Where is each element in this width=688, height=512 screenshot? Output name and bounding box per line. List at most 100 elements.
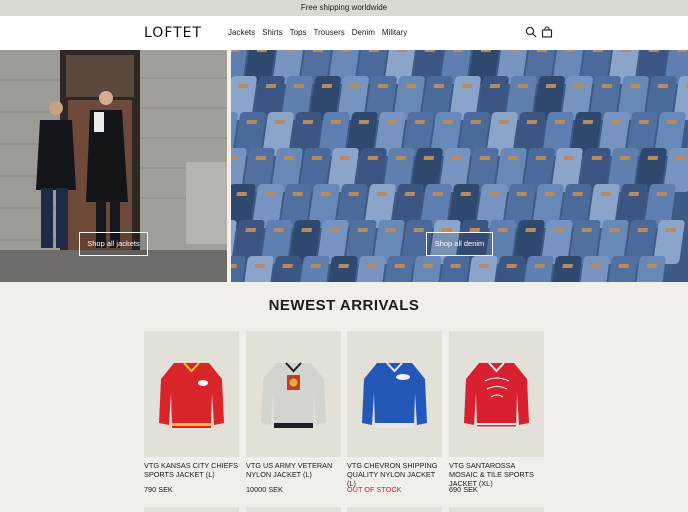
store-logo[interactable]: LOFTET [144, 25, 202, 41]
product-image-next-row[interactable] [347, 507, 442, 512]
leather-patch [526, 120, 538, 124]
leather-patch [497, 228, 508, 232]
product-name[interactable]: VTG SANTAROSSA MOSAIC & TILE SPORTS JACK… [449, 461, 544, 488]
nav-item-tops[interactable]: Tops [290, 28, 307, 37]
nav-item-shirts[interactable]: Shirts [262, 28, 282, 37]
leather-patch [424, 50, 436, 52]
leather-patch [517, 84, 529, 88]
jacket-illustration [159, 362, 224, 428]
leather-patch [676, 50, 688, 52]
leather-patch [340, 50, 352, 52]
nav-item-trousers[interactable]: Trousers [313, 28, 344, 37]
leather-patch [507, 156, 519, 160]
leather-patch [385, 228, 396, 232]
leather-patch [348, 192, 360, 196]
product-image[interactable] [246, 331, 341, 457]
leather-patch [357, 228, 368, 232]
product-card[interactable]: VTG KANSAS CITY CHIEFS SPORTS JACKET (L)… [144, 331, 239, 494]
leather-patch [358, 120, 370, 124]
leather-patch [656, 192, 668, 196]
product-name[interactable]: VTG KANSAS CITY CHIEFS SPORTS JACKET (L) [144, 461, 239, 479]
nav-item-military[interactable]: Military [382, 28, 407, 37]
leather-patch [442, 120, 454, 124]
product-image-next-row[interactable] [449, 507, 544, 512]
leather-patch [564, 50, 576, 52]
shop-all-denim-button[interactable]: Shop all denim [426, 232, 493, 256]
leather-patch [525, 228, 536, 232]
announcement-bar: Free shipping worldwide [0, 0, 688, 16]
hero-jackets-image[interactable]: Shop all jackets [0, 50, 227, 282]
leather-patch [535, 156, 547, 160]
product-image[interactable] [347, 331, 442, 457]
leather-patch [310, 264, 321, 268]
product-name[interactable]: VTG US ARMY VETERAN NYLON JACKET (L) [246, 461, 341, 479]
leather-patch [237, 84, 249, 88]
leather-patch [628, 192, 640, 196]
bag-icon[interactable] [541, 26, 553, 38]
nav-item-denim[interactable]: Denim [352, 28, 375, 37]
leather-patch [647, 156, 659, 160]
leather-patch [451, 156, 463, 160]
product-image-next-row[interactable] [144, 507, 239, 512]
leather-patch [665, 228, 676, 232]
leather-patch [666, 120, 678, 124]
leather-patch [302, 120, 314, 124]
leather-patch [236, 192, 248, 196]
newest-arrivals-title: NEWEST ARRIVALS [268, 297, 420, 314]
leather-patch [329, 228, 340, 232]
leather-patch [480, 50, 492, 52]
header-icons [525, 26, 553, 38]
nav-item-jackets[interactable]: Jackets [228, 28, 255, 37]
leather-patch [231, 156, 239, 160]
leather-patch [675, 156, 687, 160]
leather-patch [450, 264, 461, 268]
search-icon[interactable] [525, 26, 537, 38]
product-card[interactable]: VTG CHEVRON SHIPPING QUALITY NYLON JACKE… [347, 331, 442, 494]
leather-patch [396, 50, 408, 52]
leather-patch [554, 120, 566, 124]
shop-all-jackets-button[interactable]: Shop all jackets [79, 232, 148, 256]
leather-patch [590, 264, 601, 268]
leather-patch [572, 192, 584, 196]
leather-patch [292, 192, 304, 196]
leather-patch [321, 84, 333, 88]
leather-patch [293, 84, 305, 88]
product-card[interactable]: VTG US ARMY VETERAN NYLON JACKET (L) 100… [246, 331, 341, 494]
leather-patch [609, 228, 620, 232]
leather-patch [553, 228, 564, 232]
leather-patch [432, 192, 444, 196]
leather-patch [506, 264, 517, 268]
jacket-illustration [261, 362, 326, 428]
product-price: 690 SEK [449, 485, 478, 494]
leather-patch [330, 120, 342, 124]
product-name[interactable]: VTG CHEVRON SHIPPING QUALITY NYLON JACKE… [347, 461, 442, 488]
leather-patch [264, 192, 276, 196]
product-image[interactable] [449, 331, 544, 457]
jacket-illustration [464, 362, 529, 428]
leather-patch [301, 228, 312, 232]
leather-patch [395, 156, 407, 160]
leather-patch [600, 192, 612, 196]
leather-patch [283, 156, 295, 160]
product-card[interactable]: VTG SANTAROSSA MOSAIC & TILE SPORTS JACK… [449, 331, 544, 494]
product-image[interactable] [144, 331, 239, 457]
leather-patch [423, 156, 435, 160]
leather-patch [610, 120, 622, 124]
leather-patch [256, 50, 268, 52]
leather-patch [498, 120, 510, 124]
leather-patch [394, 264, 405, 268]
leather-patch [488, 192, 500, 196]
hero-denim-image[interactable]: Shop all denim [231, 50, 688, 282]
leather-patch [591, 156, 603, 160]
leather-patch [367, 156, 379, 160]
leather-patch [246, 120, 258, 124]
leather-patch [470, 120, 482, 124]
leather-patch [265, 84, 277, 88]
leather-patch [413, 228, 424, 232]
leather-patch [376, 192, 388, 196]
leather-patch [637, 228, 648, 232]
product-image-next-row[interactable] [246, 507, 341, 512]
leather-patch [648, 50, 660, 52]
leather-patch [629, 84, 641, 88]
site-header: LOFTET Jackets Shirts Tops Trousers Deni… [0, 16, 688, 50]
